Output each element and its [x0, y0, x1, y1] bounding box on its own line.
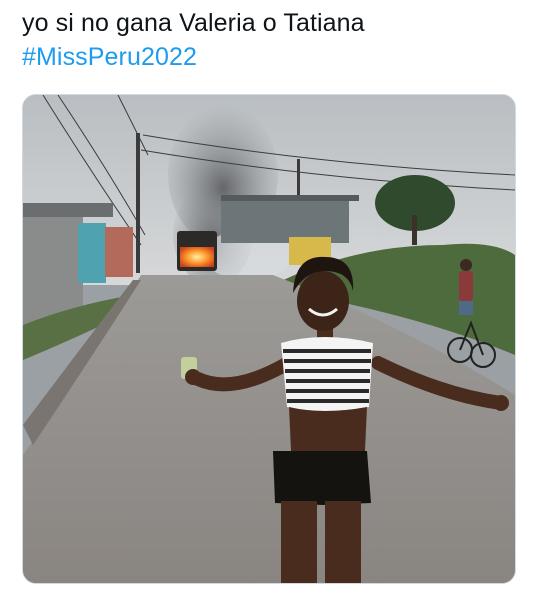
photo-illustration: [23, 95, 515, 583]
roof-left: [23, 203, 113, 217]
red-house: [105, 227, 133, 277]
fire: [180, 247, 214, 267]
tweet-text-line: yo si no gana Valeria o Tatiana: [22, 9, 365, 37]
utility-pole: [136, 133, 140, 273]
hashtag-link[interactable]: #MissPeru2022: [22, 40, 522, 74]
tweet-text: yo si no gana Valeria o Tatiana #MissPer…: [22, 6, 522, 74]
tweet-media-photo[interactable]: [22, 94, 516, 584]
blue-wall: [78, 223, 106, 283]
building-center: [221, 199, 349, 243]
